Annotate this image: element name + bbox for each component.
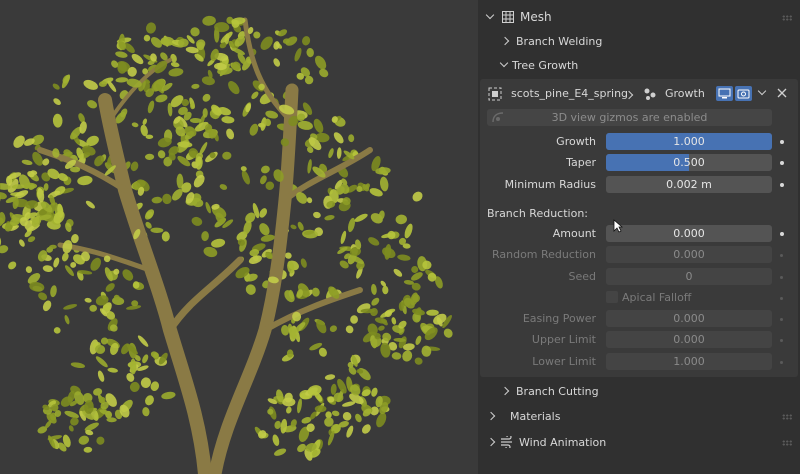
apical-falloff-label: Apical Falloff xyxy=(622,291,692,304)
keyframe-dot-icon[interactable] xyxy=(780,297,783,300)
amount-field[interactable]: 0.000 xyxy=(606,225,772,242)
growth-value: 1.000 xyxy=(673,135,705,148)
seed-field[interactable]: 0 xyxy=(606,268,772,285)
taper-slider[interactable]: 0.500 xyxy=(606,154,772,171)
keyframe-dot-icon[interactable] xyxy=(780,140,784,144)
mouse-cursor-icon xyxy=(613,219,623,233)
wind-animation-header[interactable]: Wind Animation xyxy=(478,431,800,453)
random-reduction-label: Random Reduction xyxy=(491,248,596,261)
taper-value: 0.500 xyxy=(673,156,705,169)
random-reduction-field[interactable]: 0.000 xyxy=(606,246,772,263)
show-in-viewport-icon[interactable] xyxy=(716,86,733,101)
keyframe-dot-icon[interactable] xyxy=(780,339,783,342)
upper-limit-label: Upper Limit xyxy=(531,333,596,346)
materials-label: Materials xyxy=(510,409,561,423)
keyframe-dot-icon[interactable] xyxy=(780,161,784,165)
chevron-right-icon xyxy=(502,386,512,396)
mesh-label: Mesh xyxy=(520,10,552,24)
gizmo-notice-text: 3D view gizmos are enabled xyxy=(551,111,708,124)
lower-limit-value: 1.000 xyxy=(673,355,705,368)
growth-label: Growth xyxy=(556,135,596,148)
chevron-down-icon xyxy=(486,12,496,22)
random-reduction-value: 0.000 xyxy=(673,248,705,261)
breadcrumb-chevron-icon xyxy=(626,90,636,100)
taper-label: Taper xyxy=(566,156,596,169)
modifier-name[interactable]: Growth xyxy=(665,87,705,100)
render-camera-icon[interactable] xyxy=(735,86,752,101)
branch-cutting-label: Branch Cutting xyxy=(516,384,599,398)
tree-growth-label: Tree Growth xyxy=(512,58,579,72)
mesh-panel-header[interactable]: Mesh xyxy=(478,6,800,28)
wind-animation-label: Wind Animation xyxy=(519,435,607,449)
lower-limit-label: Lower Limit xyxy=(532,355,596,368)
chevron-right-icon xyxy=(488,411,498,421)
amount-value: 0.000 xyxy=(673,227,705,240)
amount-label: Amount xyxy=(552,227,596,240)
seed-label: Seed xyxy=(568,270,597,283)
branch-reduction-heading: Branch Reduction: xyxy=(487,207,588,220)
close-icon[interactable] xyxy=(777,88,787,98)
upper-limit-field[interactable]: 0.000 xyxy=(606,331,772,348)
wind-icon xyxy=(501,436,512,448)
chevron-right-icon xyxy=(502,36,512,46)
tree-growth-header[interactable]: Tree Growth xyxy=(478,54,800,76)
node-header: scots_pine_E4_spring Growth xyxy=(486,84,792,104)
keyframe-dot-icon[interactable] xyxy=(780,232,784,236)
chevron-right-icon xyxy=(488,437,498,447)
keyframe-dot-icon[interactable] xyxy=(780,361,783,364)
easing-power-field[interactable]: 0.000 xyxy=(606,310,772,327)
object-icon xyxy=(488,87,502,101)
dropdown-chevron-icon[interactable] xyxy=(758,88,768,98)
keyframe-dot-icon[interactable] xyxy=(780,183,784,187)
3d-viewport[interactable] xyxy=(0,0,478,474)
min-radius-label: Minimum Radius xyxy=(504,178,596,191)
gizmo-notice[interactable]: 3D view gizmos are enabled xyxy=(487,109,772,126)
drag-grip-icon[interactable] xyxy=(782,440,792,446)
lower-limit-field[interactable]: 1.000 xyxy=(606,353,772,370)
keyframe-dot-icon[interactable] xyxy=(780,276,783,279)
branch-welding-label: Branch Welding xyxy=(516,34,603,48)
keyframe-dot-icon[interactable] xyxy=(780,318,783,321)
upper-limit-value: 0.000 xyxy=(673,333,705,346)
geometry-nodes-icon xyxy=(644,88,656,100)
object-name[interactable]: scots_pine_E4_spring xyxy=(511,87,628,100)
min-radius-field[interactable]: 0.002 m xyxy=(606,176,772,193)
chevron-down-icon xyxy=(500,60,510,70)
branch-cutting-header[interactable]: Branch Cutting xyxy=(478,380,800,402)
tree-render xyxy=(0,15,453,474)
branch-welding-header[interactable]: Branch Welding xyxy=(478,30,800,52)
mesh-grid-icon xyxy=(502,11,514,23)
drag-grip-icon[interactable] xyxy=(782,414,792,420)
min-radius-value: 0.002 m xyxy=(666,178,712,191)
growth-slider[interactable]: 1.000 xyxy=(606,133,772,150)
drag-grip-icon[interactable] xyxy=(782,15,792,21)
easing-power-label: Easing Power xyxy=(522,312,596,325)
keyframe-dot-icon[interactable] xyxy=(780,254,783,257)
materials-header[interactable]: Materials xyxy=(478,405,800,427)
apical-falloff-checkbox[interactable] xyxy=(606,291,618,303)
easing-power-value: 0.000 xyxy=(673,312,705,325)
seed-value: 0 xyxy=(685,270,693,283)
